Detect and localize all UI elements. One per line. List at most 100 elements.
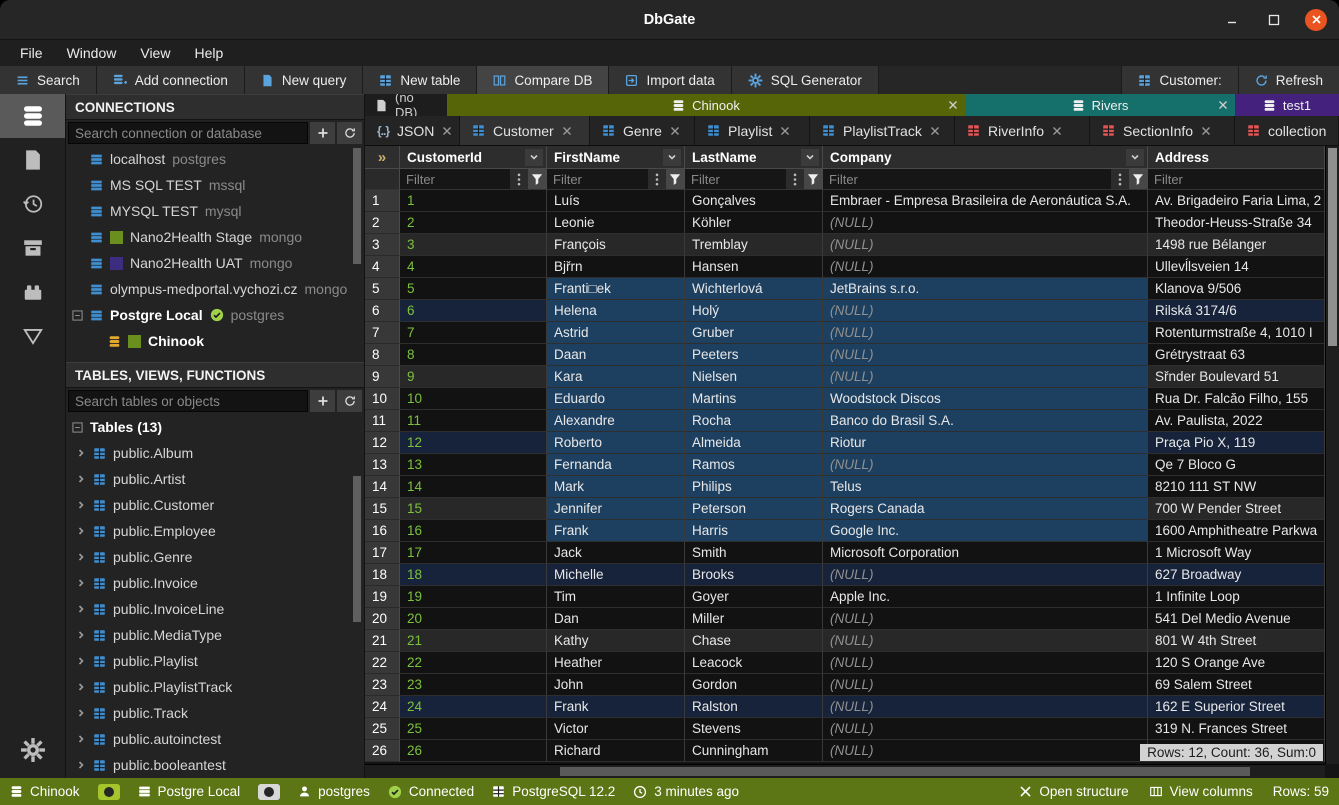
connection-item[interactable]: MS SQL TESTmssql: [66, 172, 364, 198]
table-item-MediaType[interactable]: public.MediaType: [66, 622, 364, 648]
grid-vertical-scrollbar[interactable]: [1325, 146, 1339, 764]
cell-company[interactable]: (NULL): [823, 256, 1148, 278]
cell-lastname[interactable]: Gonçalves: [685, 190, 823, 212]
customer-button[interactable]: Customer:: [1121, 66, 1237, 94]
cell-customerid[interactable]: 26: [400, 740, 547, 762]
cell-address[interactable]: 8210 111 ST NW: [1148, 476, 1325, 498]
cell-company[interactable]: Google Inc.: [823, 520, 1148, 542]
column-dropdown-icon[interactable]: [663, 149, 681, 166]
cell-address[interactable]: 1 Microsoft Way: [1148, 542, 1325, 564]
cell-lastname[interactable]: Leacock: [685, 652, 823, 674]
table-item-Invoice[interactable]: public.Invoice: [66, 570, 364, 596]
filter-input-firstname[interactable]: [547, 169, 648, 189]
add-connection-button[interactable]: Add connection: [97, 66, 245, 94]
cell-address[interactable]: 627 Broadway: [1148, 564, 1325, 586]
cell-lastname[interactable]: Goyer: [685, 586, 823, 608]
cell-customerid[interactable]: 19: [400, 586, 547, 608]
menu-file[interactable]: File: [8, 45, 55, 61]
grid-expand-all-button[interactable]: »: [365, 146, 400, 169]
close-tab-icon[interactable]: [780, 123, 790, 139]
row-number-cell[interactable]: 23: [365, 674, 400, 696]
search-button[interactable]: Search: [0, 66, 97, 94]
row-number-cell[interactable]: 19: [365, 586, 400, 608]
cell-address[interactable]: 541 Del Medio Avenue: [1148, 608, 1325, 630]
cell-lastname[interactable]: Martins: [685, 388, 823, 410]
connection-item[interactable]: olympus-medportal.vychozi.czmongo: [66, 276, 364, 302]
compare-db-button[interactable]: Compare DB: [477, 66, 609, 94]
tab-riverinfo[interactable]: RiverInfo: [955, 116, 1090, 145]
cell-lastname[interactable]: Gruber: [685, 322, 823, 344]
close-tab-icon[interactable]: [1052, 123, 1062, 139]
row-number-cell[interactable]: 25: [365, 718, 400, 740]
table-item-autoinctest[interactable]: public.autoinctest: [66, 726, 364, 752]
cell-firstname[interactable]: Astrid: [547, 322, 685, 344]
cell-company[interactable]: Apple Inc.: [823, 586, 1148, 608]
cell-firstname[interactable]: Daan: [547, 344, 685, 366]
row-number-cell[interactable]: 24: [365, 696, 400, 718]
cell-firstname[interactable]: Alexandre: [547, 410, 685, 432]
tables-refresh-icon[interactable]: [337, 390, 362, 412]
cell-lastname[interactable]: Peeters: [685, 344, 823, 366]
cell-company[interactable]: (NULL): [823, 454, 1148, 476]
cell-company[interactable]: (NULL): [823, 212, 1148, 234]
cell-company[interactable]: (NULL): [823, 366, 1148, 388]
grid-horizontal-scrollbar-thumb[interactable]: [560, 767, 1250, 776]
cell-customerid[interactable]: 9: [400, 366, 547, 388]
cell-address[interactable]: 120 S Orange Ave: [1148, 652, 1325, 674]
cell-lastname[interactable]: Philips: [685, 476, 823, 498]
cell-firstname[interactable]: Fernanda: [547, 454, 685, 476]
database-color-chip[interactable]: [98, 784, 120, 800]
cell-firstname[interactable]: Helena: [547, 300, 685, 322]
cell-company[interactable]: Telus: [823, 476, 1148, 498]
cell-lastname[interactable]: Köhler: [685, 212, 823, 234]
sidebar-plugin-button[interactable]: [0, 270, 65, 314]
connection-item[interactable]: Postgre Localpostgres: [66, 302, 364, 328]
cell-customerid[interactable]: 11: [400, 410, 547, 432]
cell-firstname[interactable]: Bjřrn: [547, 256, 685, 278]
column-header-address[interactable]: Address: [1148, 146, 1325, 169]
cell-company[interactable]: (NULL): [823, 740, 1148, 762]
cell-customerid[interactable]: 18: [400, 564, 547, 586]
cell-firstname[interactable]: John: [547, 674, 685, 696]
cell-customerid[interactable]: 10: [400, 388, 547, 410]
cell-firstname[interactable]: Roberto: [547, 432, 685, 454]
funnel-icon[interactable]: [528, 169, 546, 189]
tab-json[interactable]: {..}JSON: [365, 116, 460, 145]
new-query-button[interactable]: New query: [245, 66, 364, 94]
row-number-cell[interactable]: 1: [365, 190, 400, 212]
cell-firstname[interactable]: Franti□ek: [547, 278, 685, 300]
row-number-cell[interactable]: 14: [365, 476, 400, 498]
cell-company[interactable]: Woodstock Discos: [823, 388, 1148, 410]
cell-customerid[interactable]: 25: [400, 718, 547, 740]
tab-playlisttrack[interactable]: PlaylistTrack: [810, 116, 955, 145]
cell-firstname[interactable]: Eduardo: [547, 388, 685, 410]
table-item-InvoiceLine[interactable]: public.InvoiceLine: [66, 596, 364, 622]
cell-customerid[interactable]: 22: [400, 652, 547, 674]
tables-plus-icon[interactable]: [310, 390, 335, 412]
tab-customer[interactable]: Customer: [460, 116, 590, 145]
cell-address[interactable]: 801 W 4th Street: [1148, 630, 1325, 652]
cell-address[interactable]: Praça Pio X, 119: [1148, 432, 1325, 454]
cell-firstname[interactable]: Heather: [547, 652, 685, 674]
filter-menu-icon[interactable]: [786, 169, 804, 189]
db-tab-rivers[interactable]: Rivers: [965, 94, 1235, 116]
cell-address[interactable]: Rotenturmstraße 4, 1010 I: [1148, 322, 1325, 344]
cell-customerid[interactable]: 8: [400, 344, 547, 366]
cell-customerid[interactable]: 17: [400, 542, 547, 564]
cell-address[interactable]: Theodor-Heuss-Straße 34: [1148, 212, 1325, 234]
cell-lastname[interactable]: Peterson: [685, 498, 823, 520]
cell-address[interactable]: 1 Infinite Loop: [1148, 586, 1325, 608]
row-number-cell[interactable]: 15: [365, 498, 400, 520]
tab-genre[interactable]: Genre: [590, 116, 695, 145]
close-icon[interactable]: [1305, 9, 1327, 31]
cell-customerid[interactable]: 5: [400, 278, 547, 300]
sidebar-triangle-button[interactable]: [0, 314, 65, 358]
add-connection-plus-icon[interactable]: [310, 122, 335, 144]
cell-firstname[interactable]: Jennifer: [547, 498, 685, 520]
table-item-PlaylistTrack[interactable]: public.PlaylistTrack: [66, 674, 364, 700]
cell-firstname[interactable]: Michelle: [547, 564, 685, 586]
cell-lastname[interactable]: Ramos: [685, 454, 823, 476]
filter-input-company[interactable]: [823, 169, 1111, 189]
cell-firstname[interactable]: François: [547, 234, 685, 256]
row-number-cell[interactable]: 17: [365, 542, 400, 564]
